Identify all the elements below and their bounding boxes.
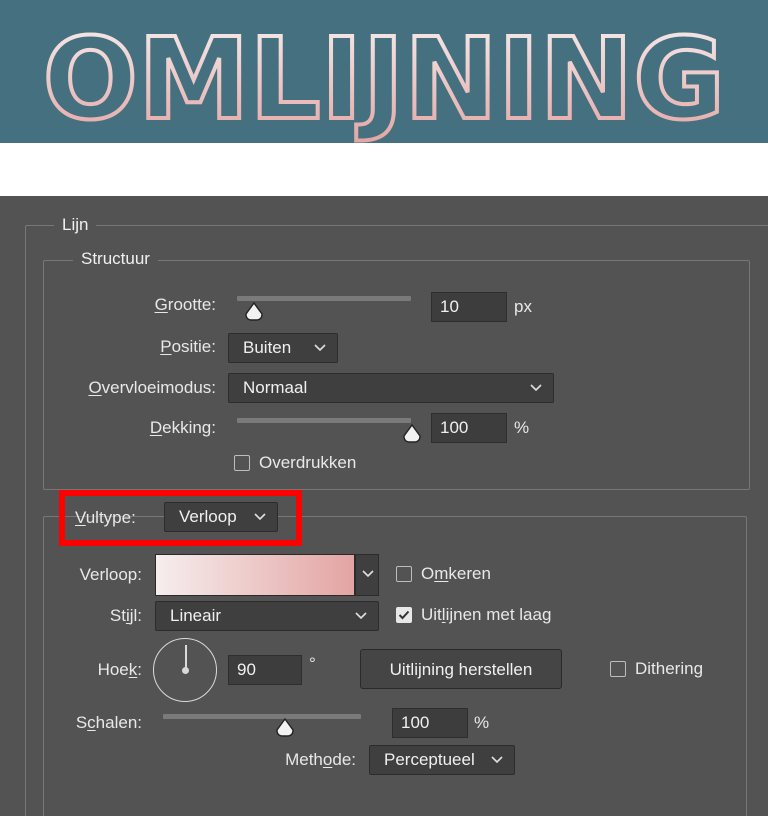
banner-title: OMLIJNING bbox=[43, 15, 725, 143]
hoek-input[interactable]: 90 bbox=[228, 655, 302, 685]
grootte-label: Grootte: bbox=[154, 295, 216, 314]
lijn-legend: Lijn bbox=[54, 215, 97, 235]
grootte-slider[interactable] bbox=[237, 296, 411, 301]
verloop-label: Verloop: bbox=[79, 565, 142, 584]
layer-style-panel: Lijn Structuur Grootte: 10 px Positie: B… bbox=[0, 196, 768, 816]
uitlijning-herstellen-button[interactable]: Uitlijning herstellen bbox=[360, 649, 562, 689]
vultype-label: Vultype: bbox=[75, 508, 136, 527]
positie-select[interactable]: Buiten bbox=[228, 333, 338, 363]
methode-select[interactable]: Perceptueel bbox=[369, 745, 515, 775]
vultype-select[interactable]: Verloop bbox=[164, 502, 278, 532]
omkeren-label: Omkeren bbox=[421, 564, 491, 583]
checkmark-icon bbox=[398, 610, 410, 620]
hoek-label: Hoek: bbox=[97, 660, 142, 679]
schalen-label: Schalen: bbox=[75, 713, 142, 732]
methode-label: Methode: bbox=[285, 750, 356, 769]
spacer bbox=[0, 143, 768, 196]
overdrukken-checkbox[interactable] bbox=[234, 455, 250, 471]
positie-label: Positie: bbox=[160, 337, 216, 356]
outline-text-preview: OMLIJNING bbox=[41, 13, 727, 143]
dekking-unit: % bbox=[514, 418, 530, 437]
schalen-slider-thumb[interactable] bbox=[275, 718, 295, 738]
positie-value: Buiten bbox=[243, 338, 292, 357]
gradient-swatch[interactable] bbox=[155, 554, 355, 596]
grootte-unit: px bbox=[514, 297, 532, 316]
chevron-down-icon bbox=[362, 570, 374, 578]
chevron-down-icon bbox=[254, 513, 266, 521]
dekking-slider[interactable] bbox=[237, 418, 411, 423]
vultype-value: Verloop bbox=[179, 507, 237, 526]
schalen-slider[interactable] bbox=[163, 714, 361, 719]
hoek-unit: ° bbox=[309, 654, 316, 673]
gradient-picker-button[interactable] bbox=[355, 554, 379, 596]
grootte-slider-thumb[interactable] bbox=[244, 302, 264, 322]
angle-dial[interactable] bbox=[153, 638, 217, 702]
chevron-down-icon bbox=[491, 756, 503, 764]
uitlijnen-label: Uitlijnen met laag bbox=[421, 605, 552, 624]
uitlijnen-checkbox[interactable] bbox=[396, 607, 412, 623]
title-banner: OMLIJNING bbox=[0, 0, 768, 143]
overvloeimodus-select[interactable]: Normaal bbox=[228, 373, 554, 403]
chevron-down-icon bbox=[314, 344, 326, 352]
dithering-label: Dithering bbox=[635, 659, 704, 678]
overdrukken-label: Overdrukken bbox=[259, 453, 357, 472]
dekking-label: Dekking: bbox=[149, 418, 216, 437]
grootte-input[interactable]: 10 bbox=[431, 292, 507, 322]
overvloeimodus-value: Normaal bbox=[243, 378, 308, 397]
schalen-input[interactable]: 100 bbox=[392, 708, 468, 738]
omkeren-checkbox[interactable] bbox=[396, 566, 412, 582]
stijl-label: Stijl: bbox=[109, 606, 142, 625]
angle-center bbox=[182, 667, 189, 674]
chevron-down-icon bbox=[530, 384, 542, 392]
dekking-slider-thumb[interactable] bbox=[402, 424, 422, 444]
chevron-down-icon bbox=[355, 612, 367, 620]
structuur-legend: Structuur bbox=[73, 249, 158, 269]
stijl-value: Lineair bbox=[170, 606, 222, 625]
stijl-select[interactable]: Lineair bbox=[155, 601, 379, 631]
overvloeimodus-label: Overvloeimodus: bbox=[88, 378, 216, 397]
dithering-checkbox[interactable] bbox=[610, 661, 626, 677]
schalen-unit: % bbox=[474, 713, 490, 732]
methode-value: Perceptueel bbox=[384, 750, 475, 769]
dekking-input[interactable]: 100 bbox=[431, 413, 507, 443]
